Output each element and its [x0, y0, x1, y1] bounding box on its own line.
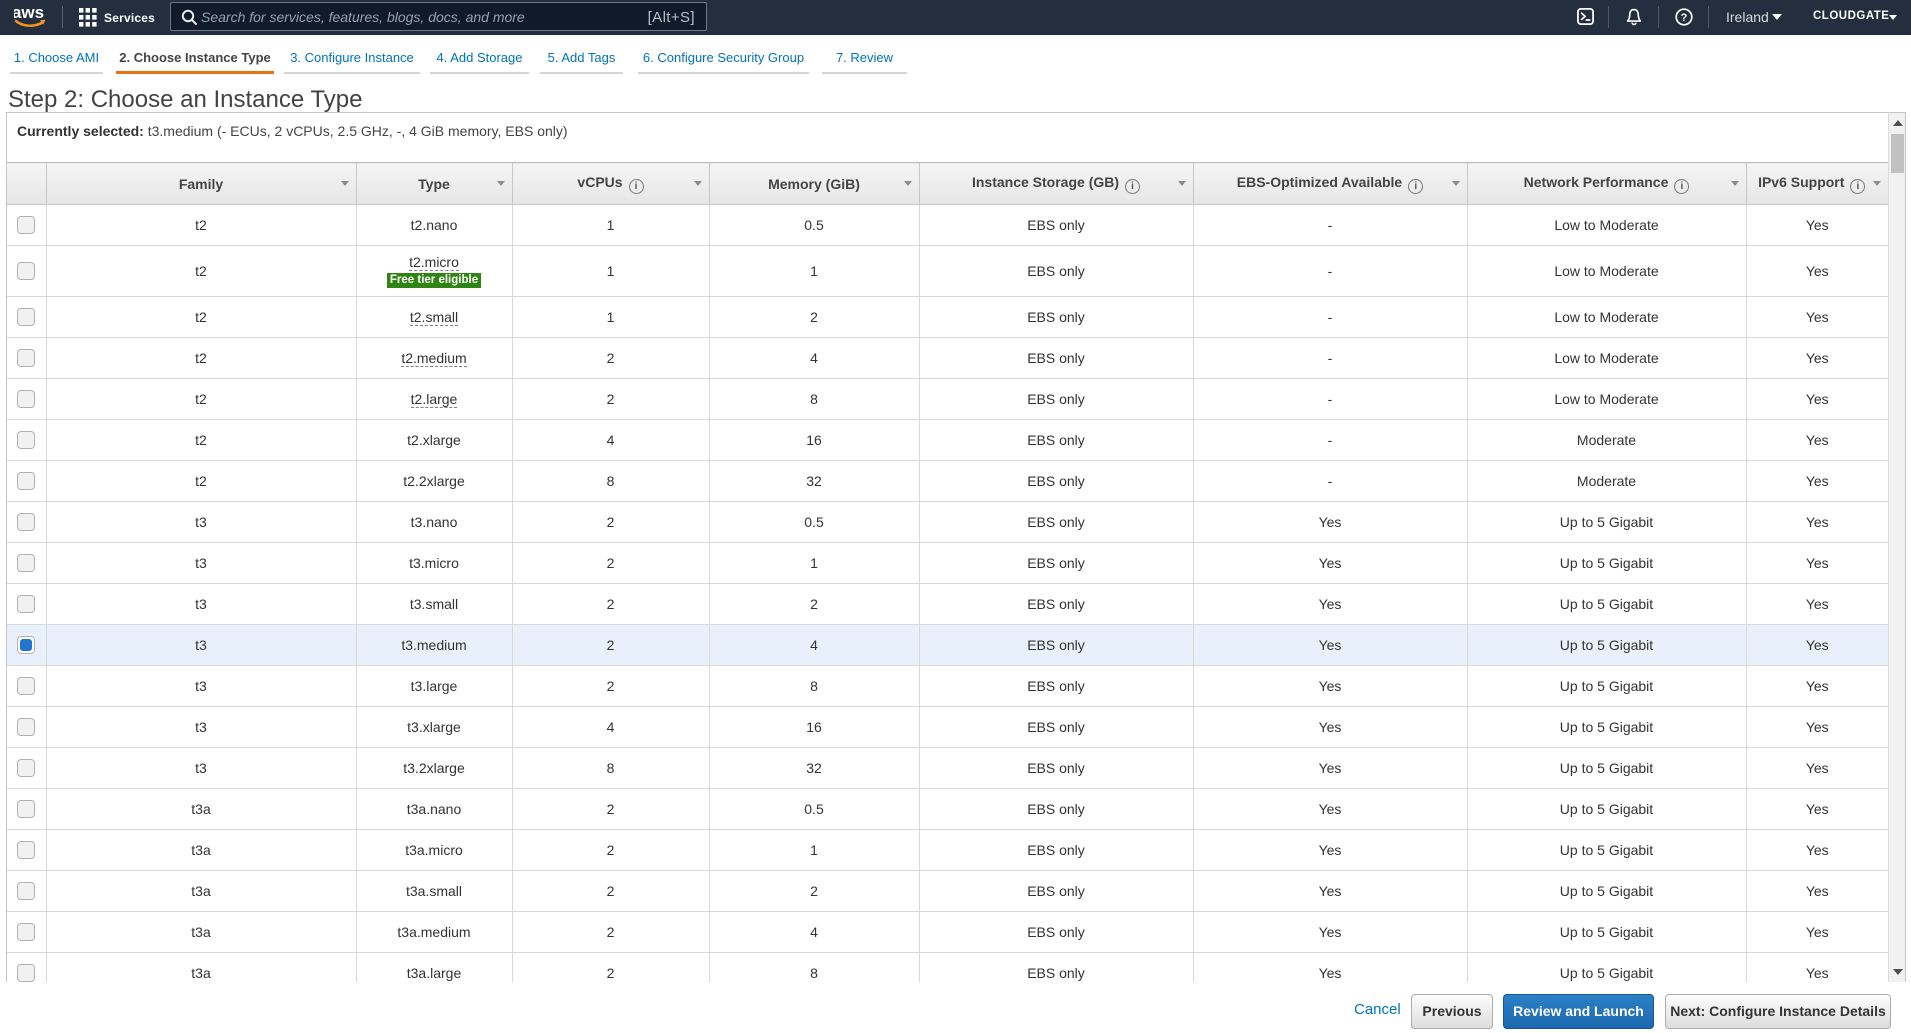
svg-text:aws: aws	[14, 3, 44, 22]
svg-text:?: ?	[1681, 12, 1688, 24]
